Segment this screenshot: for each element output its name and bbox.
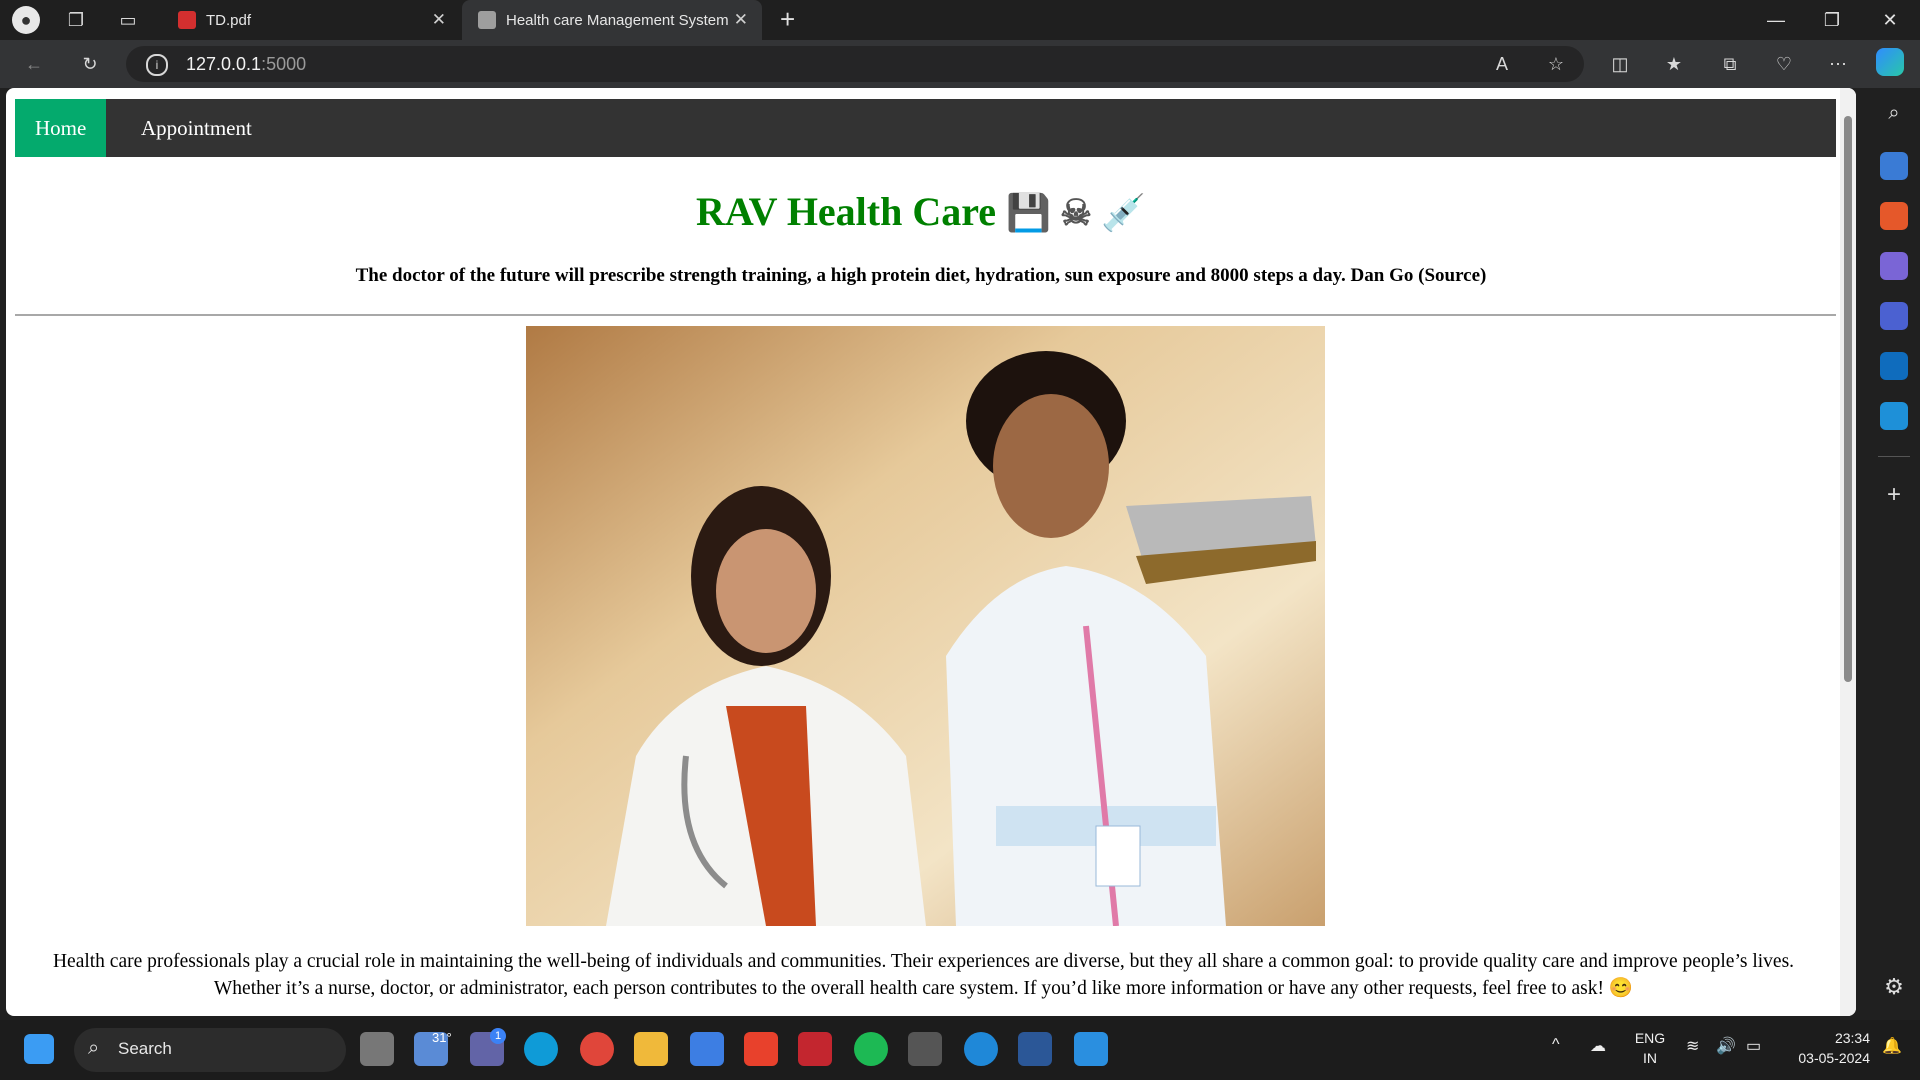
new-tab-icon[interactable]: + (780, 4, 795, 35)
refresh-icon[interactable]: ↻ (76, 50, 104, 78)
spotify-icon[interactable] (854, 1032, 888, 1066)
vscode-icon[interactable] (1074, 1032, 1108, 1066)
scrollbar-thumb[interactable] (1844, 116, 1852, 682)
site-favicon-icon (478, 11, 496, 29)
clock-time[interactable]: 23:34 (1780, 1030, 1870, 1046)
get-help-icon[interactable] (964, 1032, 998, 1066)
taskbar-search[interactable]: ⌕ Search (74, 1028, 346, 1072)
region-indicator[interactable]: IN (1630, 1050, 1670, 1066)
weather-temp: 31° (432, 1030, 452, 1045)
read-aloud-icon[interactable]: A (1488, 50, 1516, 78)
start-windows-icon[interactable] (24, 1034, 54, 1064)
intro-paragraph: Health care professionals play a crucial… (52, 951, 1795, 999)
page-title-text: RAV Health Care (696, 189, 997, 234)
split-screen-icon[interactable]: ◫ (1606, 50, 1634, 78)
file-explorer-icon[interactable] (634, 1032, 668, 1066)
close-window-icon[interactable]: ✕ (1870, 6, 1910, 34)
drop-send-icon[interactable] (1880, 402, 1908, 430)
pdf-file-icon (178, 11, 196, 29)
battery-icon[interactable]: ▭ (1746, 1036, 1761, 1056)
microsoft-store-icon[interactable] (690, 1032, 724, 1066)
search-icon: ⌕ (88, 1037, 100, 1059)
address-bar[interactable]: i 127.0.0.1:5000 A ☆ (126, 46, 1584, 82)
page-title: RAV Health Care 💾 ☠ 💉 (6, 188, 1836, 235)
minimize-icon[interactable]: — (1756, 6, 1796, 34)
sidebar-divider (1878, 456, 1910, 457)
outlook-icon[interactable] (1880, 352, 1908, 380)
page-scrollbar[interactable] (1840, 88, 1856, 1016)
onedrive-icon[interactable]: ☁ (1590, 1036, 1606, 1056)
url-port: :5000 (261, 54, 307, 74)
tools-icon[interactable] (1880, 202, 1908, 230)
quote-text: The doctor of the future will prescribe … (355, 265, 1487, 286)
edge-browser-icon[interactable] (524, 1032, 558, 1066)
nav-appointment[interactable]: Appointment (121, 99, 272, 157)
copilot-icon[interactable] (1876, 48, 1904, 76)
close-tab-icon[interactable]: ✕ (734, 10, 748, 30)
tab-label: Health care Management System (506, 11, 729, 29)
url-text: 127.0.0.1:5000 (186, 54, 306, 75)
workspaces-icon[interactable]: ❐ (62, 6, 90, 34)
close-tab-icon[interactable]: ✕ (432, 10, 446, 30)
volume-icon[interactable]: 🔊 (1716, 1036, 1736, 1056)
microsoft-365-icon[interactable] (1880, 302, 1908, 330)
favorite-star-icon[interactable]: ☆ (1542, 50, 1570, 78)
hero-photo (526, 326, 1325, 926)
wifi-icon[interactable]: ≋ (1686, 1036, 1699, 1056)
app-car-icon[interactable] (908, 1032, 942, 1066)
tab-health-care[interactable]: Health care Management System ✕ (462, 0, 762, 40)
search-icon[interactable]: ⌕ (1880, 102, 1908, 130)
tray-chevron-icon[interactable]: ^ (1552, 1036, 1560, 1054)
horizontal-rule (15, 314, 1836, 316)
browser-toolbar: ← ↻ i 127.0.0.1:5000 A ☆ ◫ ★ ⧉ ♡ ⋯ (0, 40, 1920, 88)
favorites-icon[interactable]: ★ (1660, 50, 1688, 78)
collections-icon[interactable]: ⧉ (1716, 50, 1744, 78)
nav-home[interactable]: Home (15, 99, 107, 157)
add-icon[interactable]: + (1880, 482, 1908, 510)
chrome-icon[interactable] (580, 1032, 614, 1066)
word-icon[interactable] (1018, 1032, 1052, 1066)
top-nav: Home Appointment (15, 99, 1836, 157)
back-icon[interactable]: ← (20, 50, 48, 78)
games-icon[interactable] (1880, 252, 1908, 280)
mcafee-icon[interactable] (798, 1032, 832, 1066)
restore-icon[interactable]: ❐ (1812, 6, 1852, 34)
edge-sidebar: ⌕ + ⚙ (1868, 88, 1920, 1020)
heading-emoji-icons: 💾 ☠ 💉 (1006, 193, 1146, 233)
task-view-icon[interactable] (360, 1032, 394, 1066)
search-label: Search (118, 1039, 172, 1058)
profile-avatar-icon[interactable]: ● (12, 6, 40, 34)
browser-title-bar: ● ❐ ▭ TD.pdf ✕ Health care Management Sy… (0, 0, 1920, 40)
more-options-icon[interactable]: ⋯ (1824, 50, 1852, 78)
url-host: 127.0.0.1 (186, 54, 262, 74)
browser-essentials-icon[interactable]: ♡ (1770, 50, 1798, 78)
tab-actions-icon[interactable]: ▭ (114, 6, 142, 34)
tab-td-pdf[interactable]: TD.pdf ✕ (162, 0, 460, 40)
shopping-tag-icon[interactable] (1880, 152, 1908, 180)
tab-label: TD.pdf (206, 11, 252, 29)
notifications-icon[interactable]: 🔔 (1882, 1036, 1902, 1056)
page-viewport: Home Appointment RAV Health Care 💾 ☠ 💉 T… (6, 88, 1856, 1016)
language-indicator[interactable]: ENG (1630, 1030, 1670, 1046)
app-diamond-icon[interactable] (744, 1032, 778, 1066)
site-info-icon[interactable]: i (146, 54, 168, 76)
windows-taskbar: ⌕ Search 31° 1 ^ ☁ ENG IN ≋ 🔊 ▭ 23:34 03… (0, 1020, 1920, 1080)
notification-badge: 1 (490, 1028, 506, 1044)
doctors-photo-illustration (526, 326, 1325, 926)
clock-date[interactable]: 03-05-2024 (1780, 1050, 1870, 1066)
sidebar-settings-icon[interactable]: ⚙ (1880, 974, 1908, 1002)
